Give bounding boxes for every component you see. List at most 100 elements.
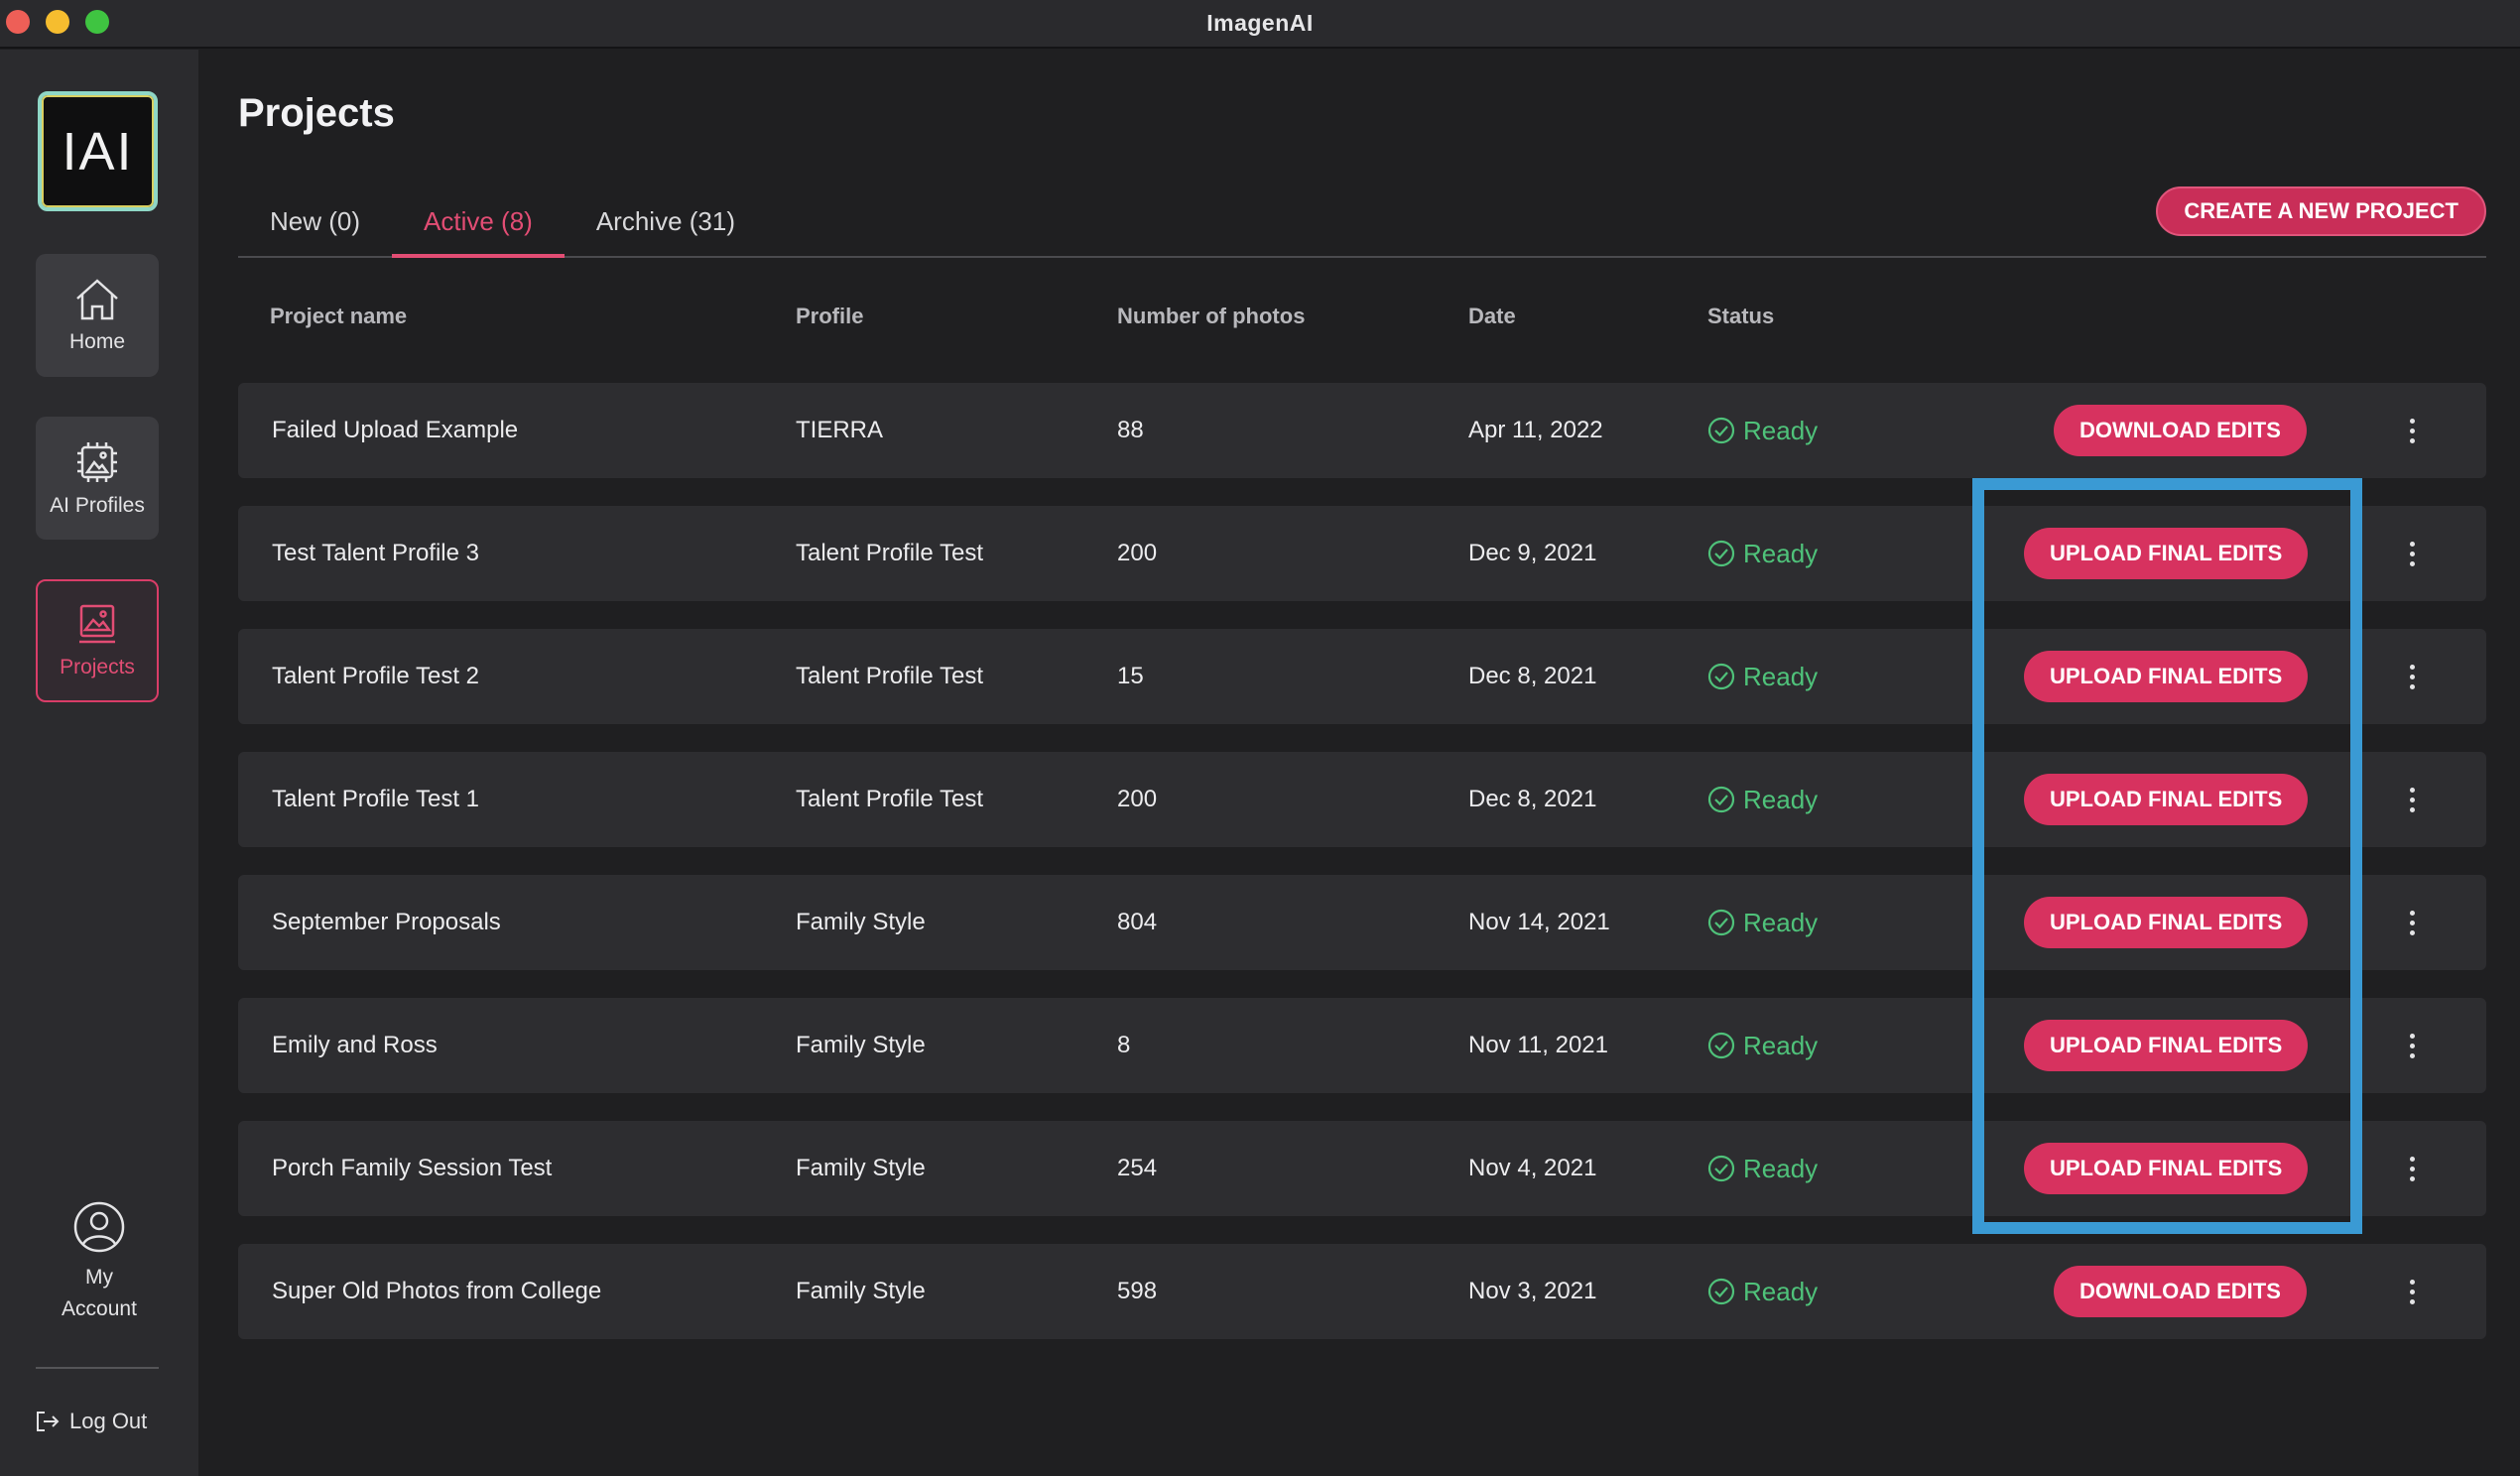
download-edits-button[interactable]: DOWNLOAD EDITS [2054, 405, 2307, 456]
status-badge: Ready [1707, 383, 1818, 478]
status-badge: Ready [1707, 629, 1818, 724]
table-row[interactable]: Talent Profile Test 1 Talent Profile Tes… [238, 752, 2486, 847]
check-circle-icon [1707, 1278, 1735, 1305]
tab-new[interactable]: New (0) [238, 198, 392, 258]
table-row[interactable]: Super Old Photos from College Family Sty… [238, 1244, 2486, 1339]
upload-final-edits-button[interactable]: UPLOAD FINAL EDITS [2024, 1020, 2309, 1071]
project-name: Super Old Photos from College [272, 1278, 602, 1304]
more-options-icon[interactable] [2397, 1026, 2427, 1065]
title-bar: ImagenAI [0, 0, 2520, 49]
status-text: Ready [1743, 539, 1819, 568]
project-photo-count: 8 [1117, 1032, 1131, 1058]
project-date: Nov 4, 2021 [1468, 1155, 1597, 1181]
upload-final-edits-button[interactable]: UPLOAD FINAL EDITS [2024, 897, 2309, 948]
status-badge: Ready [1707, 506, 1818, 601]
project-photo-count: 200 [1117, 540, 1158, 566]
user-avatar-icon [73, 1201, 125, 1253]
project-profile: Family Style [796, 1032, 926, 1058]
sidebar-item-projects[interactable]: Projects [36, 579, 159, 702]
upload-final-edits-button[interactable]: UPLOAD FINAL EDITS [2024, 528, 2309, 579]
project-profile: Family Style [796, 1155, 926, 1181]
sidebar-item-label: AI Profiles [50, 494, 145, 517]
project-name: Porch Family Session Test [272, 1155, 553, 1181]
status-badge: Ready [1707, 1121, 1818, 1216]
project-name: Talent Profile Test 2 [272, 663, 480, 689]
close-window-button[interactable] [6, 10, 30, 34]
tab-archive[interactable]: Archive (31) [565, 198, 767, 258]
table-row[interactable]: Emily and Ross Family Style 8 Nov 11, 20… [238, 998, 2486, 1093]
my-account-button[interactable]: My Account [20, 1200, 179, 1325]
status-text: Ready [1743, 908, 1819, 937]
sidebar-divider [36, 1367, 159, 1369]
logout-icon [37, 1412, 60, 1431]
project-photo-count: 88 [1117, 417, 1144, 443]
upload-final-edits-button[interactable]: UPLOAD FINAL EDITS [2024, 651, 2309, 702]
more-options-icon[interactable] [2397, 903, 2427, 942]
status-text: Ready [1743, 1154, 1819, 1183]
log-out-button[interactable]: Log Out [36, 1409, 147, 1434]
table-row[interactable]: Talent Profile Test 2 Talent Profile Tes… [238, 629, 2486, 724]
home-icon [76, 279, 118, 320]
table-row[interactable]: Failed Upload Example TIERRA 88 Apr 11, … [238, 383, 2486, 478]
status-text: Ready [1743, 416, 1819, 445]
image-folder-icon [79, 604, 115, 644]
project-photo-count: 804 [1117, 909, 1158, 935]
my-account-label: My Account [62, 1266, 137, 1320]
project-name: Emily and Ross [272, 1032, 438, 1058]
table-row[interactable]: September Proposals Family Style 804 Nov… [238, 875, 2486, 970]
column-header-date[interactable]: Date [1468, 304, 1516, 329]
project-date: Nov 14, 2021 [1468, 909, 1610, 935]
more-options-icon[interactable] [2397, 1272, 2427, 1311]
table-header: Project name Profile Number of photos Da… [238, 304, 2486, 343]
sidebar-item-home[interactable]: Home [36, 254, 159, 377]
page-title: Projects [238, 91, 395, 135]
project-photo-count: 15 [1117, 663, 1144, 689]
app-logo[interactable]: IAI [38, 91, 158, 211]
more-options-icon[interactable] [2397, 657, 2427, 696]
project-date: Dec 8, 2021 [1468, 663, 1597, 689]
project-profile: Talent Profile Test [796, 663, 983, 689]
log-out-label: Log Out [69, 1409, 148, 1433]
project-name: Test Talent Profile 3 [272, 540, 480, 566]
upload-final-edits-button[interactable]: UPLOAD FINAL EDITS [2024, 774, 2309, 825]
sidebar-item-label: Home [68, 330, 126, 353]
column-header-profile[interactable]: Profile [796, 304, 863, 329]
column-header-project-name[interactable]: Project name [270, 304, 407, 329]
project-profile: Talent Profile Test [796, 786, 983, 812]
sidebar: IAI Home AI Profiles Projects My Account… [0, 50, 198, 1476]
check-circle-icon [1707, 1155, 1735, 1182]
project-name: September Proposals [272, 909, 501, 935]
check-circle-icon [1707, 1032, 1735, 1059]
upload-final-edits-button[interactable]: UPLOAD FINAL EDITS [2024, 1143, 2309, 1194]
check-circle-icon [1707, 417, 1735, 444]
window-controls [6, 10, 109, 34]
column-header-status[interactable]: Status [1707, 304, 1774, 329]
more-options-icon[interactable] [2397, 411, 2427, 450]
more-options-icon[interactable] [2397, 534, 2427, 573]
tab-active[interactable]: Active (8) [392, 198, 565, 258]
more-options-icon[interactable] [2397, 780, 2427, 819]
maximize-window-button[interactable] [85, 10, 109, 34]
project-profile: Family Style [796, 1278, 926, 1304]
table-row[interactable]: Porch Family Session Test Family Style 2… [238, 1121, 2486, 1216]
download-edits-button[interactable]: DOWNLOAD EDITS [2054, 1266, 2307, 1317]
column-header-number-of-photos[interactable]: Number of photos [1117, 304, 1305, 329]
project-date: Nov 11, 2021 [1468, 1032, 1608, 1058]
status-text: Ready [1743, 785, 1819, 814]
check-circle-icon [1707, 786, 1735, 813]
sidebar-item-ai-profiles[interactable]: AI Profiles [36, 417, 159, 540]
status-badge: Ready [1707, 752, 1818, 847]
status-text: Ready [1743, 1031, 1819, 1060]
check-circle-icon [1707, 909, 1735, 936]
project-photo-count: 598 [1117, 1278, 1158, 1304]
create-new-project-button[interactable]: CREATE A NEW PROJECT [2156, 186, 2486, 236]
project-profile: TIERRA [796, 417, 884, 443]
project-profile: Talent Profile Test [796, 540, 983, 566]
more-options-icon[interactable] [2397, 1149, 2427, 1188]
sidebar-item-label: Projects [60, 656, 135, 678]
status-badge: Ready [1707, 875, 1818, 970]
project-photo-count: 254 [1117, 1155, 1158, 1181]
project-date: Dec 8, 2021 [1468, 786, 1597, 812]
table-row[interactable]: Test Talent Profile 3 Talent Profile Tes… [238, 506, 2486, 601]
minimize-window-button[interactable] [46, 10, 69, 34]
